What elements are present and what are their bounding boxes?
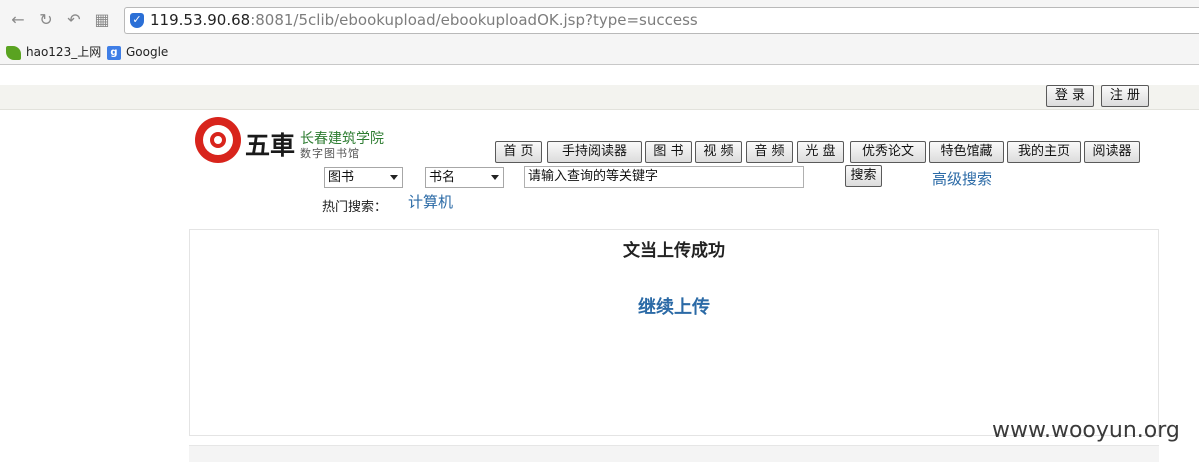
field-select[interactable]: 书名	[425, 167, 504, 188]
register-button[interactable]: 注 册	[1101, 85, 1149, 107]
watermark: www.wooyun.org	[992, 418, 1180, 443]
dropdown-arrow-icon	[390, 175, 398, 180]
nav-disc[interactable]: 光 盘	[797, 141, 844, 163]
result-panel: 文当上传成功 继续上传	[189, 229, 1159, 436]
nav-video[interactable]: 视 频	[695, 141, 742, 163]
logo-glyph: 五車	[245, 131, 296, 160]
nav-reader[interactable]: 阅读器	[1084, 141, 1140, 163]
search-input[interactable]: 请输入查询的等关键字	[524, 166, 804, 188]
user-bar	[0, 85, 1199, 110]
library-logo-icon	[195, 117, 241, 163]
nav-my-homepage[interactable]: 我的主页	[1007, 141, 1081, 163]
upload-success-message: 文当上传成功	[623, 241, 725, 261]
nav-theses[interactable]: 优秀论文	[850, 141, 926, 163]
bookmark-google[interactable]: g Google	[107, 42, 168, 62]
shield-icon: ✓	[130, 13, 144, 28]
bookmarks-bar: hao123_上网 g Google	[0, 40, 1199, 65]
library-subtitle: 数字图书馆	[300, 147, 360, 160]
nav-handheld-reader[interactable]: 手持阅读器	[547, 141, 642, 163]
url-path: :8081/5clib/ebookupload/ebookuploadOK.js…	[250, 11, 698, 29]
reload-icon[interactable]: ↻	[36, 10, 56, 30]
browser-toolbar: ← ↻ ↶ ▦ ✓ 119.53.90.68:8081/5clib/ebooku…	[0, 0, 1199, 40]
nav-books[interactable]: 图 书	[645, 141, 692, 163]
continue-upload-link[interactable]: 继续上传	[190, 293, 1158, 319]
apps-grid-icon[interactable]: ▦	[92, 10, 112, 30]
hot-search-label: 热门搜索：	[322, 200, 388, 215]
address-bar[interactable]: ✓ 119.53.90.68:8081/5clib/ebookupload/eb…	[124, 7, 1199, 34]
nav-home[interactable]: 首 页	[495, 141, 542, 163]
url-host: 119.53.90.68	[150, 11, 251, 29]
category-select[interactable]: 图书	[324, 167, 403, 188]
bookmark-label: hao123_上网	[26, 45, 102, 59]
back-icon[interactable]: ←	[8, 10, 28, 30]
hao123-icon	[6, 45, 21, 60]
url-text[interactable]: 119.53.90.68:8081/5clib/ebookupload/eboo…	[150, 11, 698, 29]
undo-icon[interactable]: ↶	[64, 10, 84, 30]
login-button[interactable]: 登 录	[1046, 85, 1094, 107]
nav-special-collection[interactable]: 特色馆藏	[929, 141, 1004, 163]
google-icon: g	[107, 45, 121, 60]
hot-search-term[interactable]: 计算机	[408, 191, 453, 212]
dropdown-arrow-icon	[491, 175, 499, 180]
search-button[interactable]: 搜索	[845, 165, 882, 187]
bookmark-hao123[interactable]: hao123_上网	[6, 42, 101, 62]
nav-audio[interactable]: 音 频	[746, 141, 793, 163]
footer-strip	[189, 445, 1159, 462]
advanced-search-link[interactable]: 高级搜索	[932, 168, 992, 189]
field-select-value: 书名	[429, 170, 456, 185]
category-select-value: 图书	[328, 170, 355, 185]
bookmark-label: Google	[126, 45, 169, 59]
